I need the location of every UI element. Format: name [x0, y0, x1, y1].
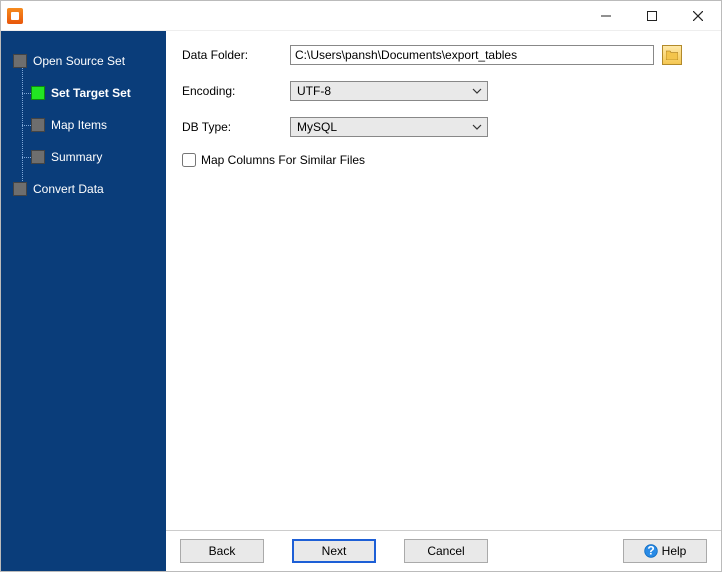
nav-step-marker: [13, 182, 27, 196]
db-type-value: MySQL: [291, 120, 467, 134]
wizard-window: Open Source Set Set Target Set Map Items…: [0, 0, 722, 572]
nav-step-marker: [31, 150, 45, 164]
minimize-button[interactable]: [583, 1, 629, 31]
data-folder-input[interactable]: [290, 45, 654, 65]
encoding-label: Encoding:: [182, 84, 290, 98]
nav-label: Set Target Set: [51, 86, 131, 100]
nav-label: Map Items: [51, 118, 107, 132]
nav-convert-data[interactable]: Convert Data: [13, 177, 166, 201]
help-button-label: Help: [662, 544, 687, 558]
next-button[interactable]: Next: [292, 539, 376, 563]
encoding-row: Encoding: UTF-8: [182, 81, 705, 101]
nav-label: Open Source Set: [33, 54, 125, 68]
nav-step-marker: [13, 54, 27, 68]
main-panel: Data Folder: Encoding: UTF-8: [166, 31, 721, 571]
cancel-button[interactable]: Cancel: [404, 539, 488, 563]
nav-open-source-set[interactable]: Open Source Set: [13, 49, 166, 73]
nav-map-items[interactable]: Map Items: [31, 113, 166, 137]
nav-label: Summary: [51, 150, 102, 164]
title-bar: [1, 1, 721, 31]
data-folder-label: Data Folder:: [182, 48, 290, 62]
svg-text:?: ?: [647, 544, 654, 558]
map-columns-row: Map Columns For Similar Files: [182, 153, 705, 167]
cancel-button-label: Cancel: [427, 544, 464, 558]
nav-summary[interactable]: Summary: [31, 145, 166, 169]
nav-set-target-set[interactable]: Set Target Set: [31, 81, 166, 105]
app-icon: [7, 8, 23, 24]
nav-step-marker: [31, 118, 45, 132]
map-columns-checkbox[interactable]: [182, 153, 196, 167]
folder-icon: [666, 50, 678, 60]
db-type-row: DB Type: MySQL: [182, 117, 705, 137]
db-type-select[interactable]: MySQL: [290, 117, 488, 137]
encoding-select[interactable]: UTF-8: [290, 81, 488, 101]
data-folder-row: Data Folder:: [182, 45, 705, 65]
browse-folder-button[interactable]: [662, 45, 682, 65]
help-icon: ?: [644, 544, 658, 558]
wizard-sidebar: Open Source Set Set Target Set Map Items…: [1, 31, 166, 571]
back-button-label: Back: [209, 544, 236, 558]
form-area: Data Folder: Encoding: UTF-8: [166, 31, 721, 530]
wizard-footer: Back Next Cancel ? Help: [166, 530, 721, 571]
wizard-nav: Open Source Set Set Target Set Map Items…: [13, 49, 166, 201]
map-columns-label: Map Columns For Similar Files: [201, 153, 365, 167]
maximize-button[interactable]: [629, 1, 675, 31]
next-button-label: Next: [322, 544, 347, 558]
close-button[interactable]: [675, 1, 721, 31]
chevron-down-icon: [467, 82, 487, 100]
encoding-value: UTF-8: [291, 84, 467, 98]
help-button[interactable]: ? Help: [623, 539, 707, 563]
nav-step-marker: [31, 86, 45, 100]
chevron-down-icon: [467, 118, 487, 136]
back-button[interactable]: Back: [180, 539, 264, 563]
nav-label: Convert Data: [33, 182, 104, 196]
db-type-label: DB Type:: [182, 120, 290, 134]
